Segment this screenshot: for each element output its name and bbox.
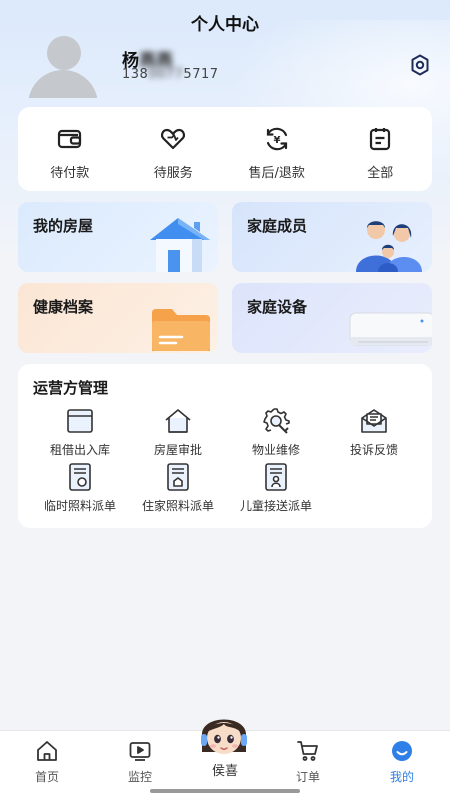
settings-gear-icon[interactable] [408,53,432,77]
wallet-icon [57,129,81,149]
order-label: 售后/退款 [248,166,305,181]
svg-text:¥: ¥ [273,135,280,146]
tab-orders[interactable]: 订单 [263,739,353,785]
tile-home-devices[interactable]: 家庭设备 [232,283,432,353]
op-label: 住家照料派单 [141,499,214,513]
op-label: 物业维修 [251,443,300,457]
op-rental-inventory[interactable]: 租借出入库 [28,406,132,458]
phone-prefix: 138 [122,67,149,82]
avatar[interactable] [28,34,98,98]
tile-label: 我的房屋 [33,217,94,235]
tab-label: 首页 [34,770,59,784]
window-icon [67,409,93,433]
house-outline-icon [165,409,191,433]
avatar-body [28,70,98,98]
tab-label: 订单 [295,770,320,784]
user-phone: 13800775717 [122,67,219,82]
tab-mine[interactable]: 我的 [357,739,447,785]
tab-monitor[interactable]: 监控 [95,739,185,785]
tile-health-records[interactable]: 健康档案 [18,283,218,353]
op-label: 临时照料派单 [43,499,116,513]
order-pending-payment[interactable]: 待付款 [18,107,122,191]
order-pending-service[interactable]: 待服务 [122,107,226,191]
phone-blurred: 0077 [148,67,184,82]
tile-family-members[interactable]: 家庭成员 [232,202,432,272]
order-after-sales[interactable]: ¥ 售后/退款 [225,107,329,191]
assistant-label[interactable]: 侯喜 [195,760,255,779]
folder-illustration [152,309,210,351]
order-label: 待付款 [50,166,90,181]
tile-label: 家庭设备 [247,298,308,316]
op-property-repair[interactable]: 物业维修 [224,406,328,458]
phone-suffix: 5717 [183,67,219,82]
operations-card: 运营方管理 租借出入库 房屋审批 物业维修 投诉反馈 临时照料派单 住家照料派单… [18,364,432,528]
cart-icon [297,741,318,761]
document-child-icon [265,463,287,491]
tab-label: 我的 [389,770,414,784]
op-temporary-care-dispatch[interactable]: 临时照料派单 [28,462,132,514]
mail-icon [361,409,387,433]
assistant-avatar[interactable] [196,706,252,762]
op-house-approval[interactable]: 房屋审批 [126,406,230,458]
profile-icon [392,741,412,761]
family-illustration [356,221,422,272]
house-illustration [150,218,210,272]
home-indicator [150,789,300,793]
op-live-in-care-dispatch[interactable]: 住家照料派单 [126,462,230,514]
page-title: 个人中心 [191,15,259,35]
op-label: 儿童接送派单 [239,499,312,513]
operations-title: 运营方管理 [33,379,109,397]
op-label: 租借出入库 [49,443,110,457]
op-label: 投诉反馈 [349,443,398,457]
op-complaint-feedback[interactable]: 投诉反馈 [322,406,426,458]
refund-icon: ¥ [266,127,287,151]
gear-wrench-icon [263,408,290,434]
clipboard-icon [370,128,391,151]
order-status-card: 待付款 待服务 ¥ 售后/退款 全部 [18,107,432,191]
order-all[interactable]: 全部 [329,107,433,191]
document-home-icon [167,463,189,491]
order-label: 待服务 [153,166,193,181]
tile-my-house[interactable]: 我的房屋 [18,202,218,272]
op-label: 房屋审批 [153,443,202,457]
tab-home[interactable]: 首页 [2,739,92,785]
tab-label: 监控 [127,770,152,784]
heart-icon [161,128,186,150]
document-icon [69,463,91,491]
tile-label: 家庭成员 [247,217,308,235]
order-label: 全部 [367,166,394,181]
op-child-pickup-dispatch[interactable]: 儿童接送派单 [224,462,328,514]
air-conditioner-illustration [349,312,432,346]
avatar-head [47,36,81,70]
home-icon [37,741,57,761]
video-icon [129,742,151,761]
tile-label: 健康档案 [33,298,94,316]
